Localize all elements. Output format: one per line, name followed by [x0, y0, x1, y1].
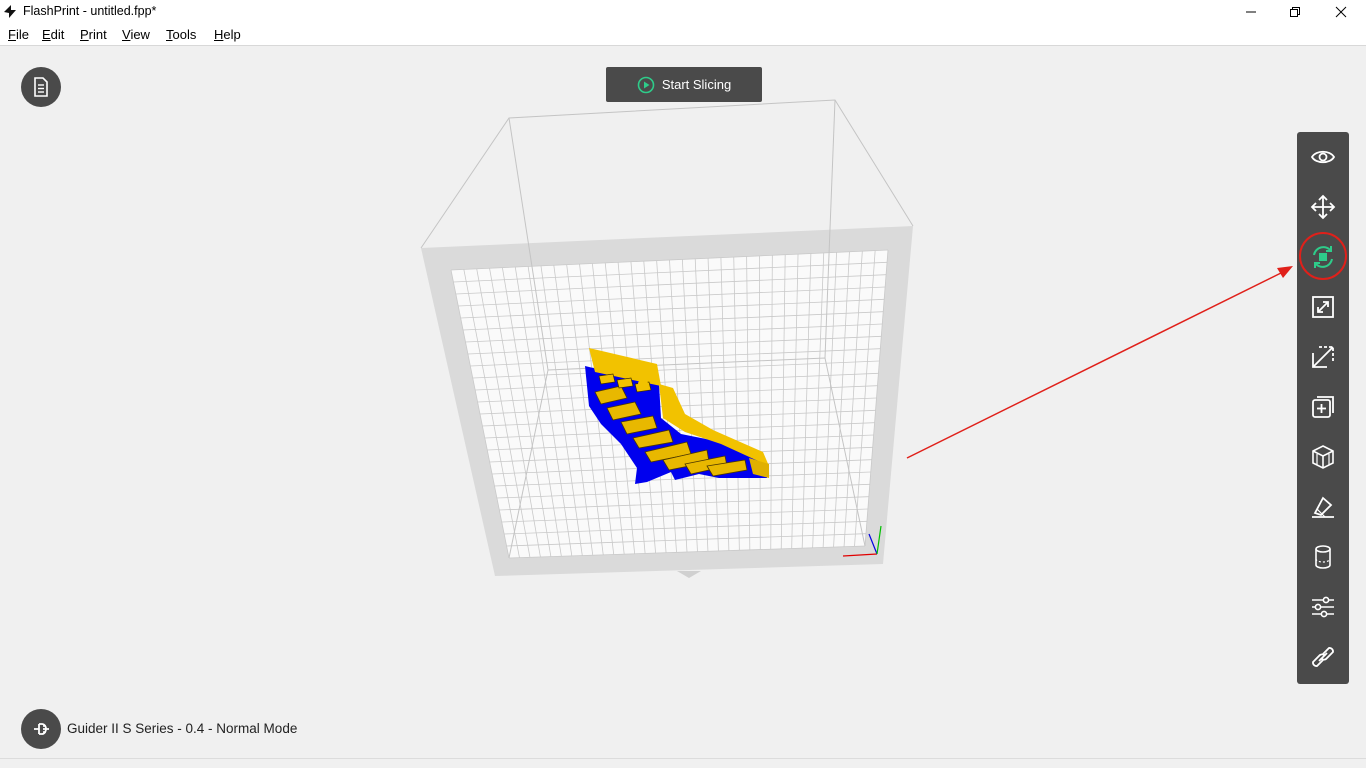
menu-help-mnemonic: H	[214, 27, 224, 42]
front-notch	[677, 571, 701, 578]
menu-edit-mnemonic: E	[42, 27, 51, 42]
link-icon	[1312, 647, 1334, 667]
menu-file-label: ile	[15, 27, 29, 42]
taskbar-strip	[0, 758, 1366, 768]
minimize-button[interactable]	[1228, 0, 1274, 24]
tool-connect[interactable]	[1297, 632, 1349, 682]
flashprint-logo-icon	[4, 5, 16, 18]
menu-print-mnemonic: P	[80, 27, 89, 42]
tool-scale[interactable]	[1297, 282, 1349, 332]
cut-icon	[1312, 346, 1334, 368]
menu-view[interactable]: View	[122, 27, 150, 42]
printer-status-text: Guider II S Series - 0.4 - Normal Mode	[67, 721, 298, 736]
tool-view[interactable]	[1297, 132, 1349, 182]
window-title: FlashPrint - untitled.fpp*	[23, 4, 157, 18]
play-icon	[637, 76, 655, 93]
menu-edit-label: dit	[50, 27, 65, 42]
menu-tools[interactable]: Tools	[166, 27, 196, 42]
restore-icon	[1290, 7, 1300, 17]
menu-print-label: rint	[88, 27, 107, 42]
menu-file[interactable]: File	[8, 27, 29, 42]
close-button[interactable]	[1318, 0, 1364, 24]
model-list-button[interactable]	[21, 67, 61, 107]
tool-move[interactable]	[1297, 182, 1349, 232]
add-object-icon	[1312, 396, 1334, 418]
build-volume-scene[interactable]	[1, 46, 1365, 758]
cylinder-icon	[1315, 545, 1331, 569]
move-arrows-icon	[1310, 194, 1336, 220]
highlight-circle	[1299, 232, 1347, 280]
supports-icon	[1312, 445, 1334, 469]
lay-flat-icon	[1312, 496, 1334, 518]
menu-file-mnemonic: F	[8, 27, 16, 42]
tool-extruder[interactable]	[1297, 532, 1349, 582]
tool-settings[interactable]	[1297, 582, 1349, 632]
plug-icon	[34, 723, 49, 735]
menu-print[interactable]: Print	[80, 27, 107, 42]
printer-select-button[interactable]	[21, 709, 61, 749]
3d-viewport[interactable]: Start Slicing Guider II S Series - 0.4 -…	[1, 46, 1365, 758]
tool-cut[interactable]	[1297, 332, 1349, 382]
sliders-icon	[1312, 596, 1334, 618]
model-eye	[638, 379, 648, 389]
close-icon	[1335, 6, 1347, 18]
menu-help-label: elp	[223, 27, 241, 42]
start-slicing-label: Start Slicing	[661, 77, 732, 92]
tool-add[interactable]	[1297, 382, 1349, 432]
menu-help[interactable]: Help	[214, 27, 241, 42]
annotation-arrow	[906, 266, 1293, 459]
tool-rotate[interactable]	[1297, 232, 1349, 282]
menu-edit[interactable]: Edit	[42, 27, 64, 42]
title-bar: FlashPrint - untitled.fpp*	[0, 0, 1366, 24]
restore-button[interactable]	[1272, 0, 1318, 24]
document-icon	[34, 77, 48, 97]
tool-supports[interactable]	[1297, 432, 1349, 482]
tool-lay-flat[interactable]	[1297, 482, 1349, 532]
minimize-icon	[1246, 11, 1256, 13]
menu-tools-label: ools	[172, 27, 197, 42]
menu-bar: File Edit Print View Tools Help	[0, 24, 1366, 46]
right-toolbar	[1297, 132, 1349, 684]
start-slicing-button[interactable]: Start Slicing	[606, 67, 762, 102]
menu-view-label: iew	[130, 27, 150, 42]
scale-icon	[1312, 296, 1334, 318]
eye-icon	[1310, 150, 1336, 164]
